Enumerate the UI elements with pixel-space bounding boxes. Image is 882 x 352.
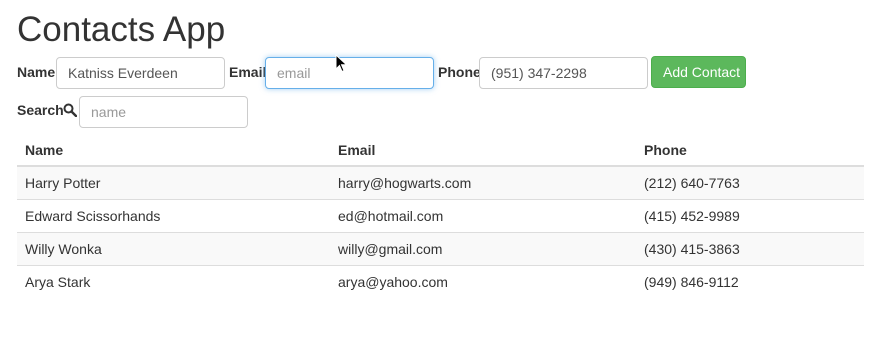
table-header-row: Name Email Phone <box>17 134 864 167</box>
email-input[interactable] <box>265 57 434 89</box>
column-header-name: Name <box>17 134 330 167</box>
page-title: Contacts App <box>17 10 226 49</box>
contacts-table: Name Email Phone Harry Potter harry@hogw… <box>17 134 864 298</box>
add-contact-button[interactable]: Add Contact <box>651 56 746 88</box>
email-label: Email <box>229 64 267 80</box>
table-row: Harry Potter harry@hogwarts.com (212) 64… <box>17 165 864 199</box>
cell-email: willy@gmail.com <box>330 231 636 265</box>
cell-phone: (212) 640-7763 <box>636 165 864 199</box>
cell-phone: (415) 452-9989 <box>636 198 864 232</box>
cell-email: harry@hogwarts.com <box>330 165 636 199</box>
contacts-app: Contacts App Name Email Phone Add Contac… <box>0 0 882 352</box>
column-header-phone: Phone <box>636 134 864 167</box>
search-label: Search <box>17 102 64 118</box>
cell-phone: (430) 415-3863 <box>636 231 864 265</box>
cell-name: Harry Potter <box>17 165 330 199</box>
cell-phone: (949) 846-9112 <box>636 264 864 298</box>
cell-email: ed@hotmail.com <box>330 198 636 232</box>
phone-input[interactable] <box>479 57 648 89</box>
table-row: Willy Wonka willy@gmail.com (430) 415-38… <box>17 231 864 265</box>
cell-email: arya@yahoo.com <box>330 264 636 298</box>
cell-name: Arya Stark <box>17 264 330 298</box>
mouse-cursor-icon <box>335 54 348 73</box>
cell-name: Willy Wonka <box>17 231 330 265</box>
cell-name: Edward Scissorhands <box>17 198 330 232</box>
table-row: Edward Scissorhands ed@hotmail.com (415)… <box>17 198 864 232</box>
phone-label: Phone <box>438 64 481 80</box>
column-header-email: Email <box>330 134 636 167</box>
name-label: Name <box>17 64 56 80</box>
name-input[interactable] <box>56 57 225 89</box>
search-input[interactable] <box>79 96 248 128</box>
table-row: Arya Stark arya@yahoo.com (949) 846-9112 <box>17 264 864 298</box>
search-icon <box>63 103 77 117</box>
